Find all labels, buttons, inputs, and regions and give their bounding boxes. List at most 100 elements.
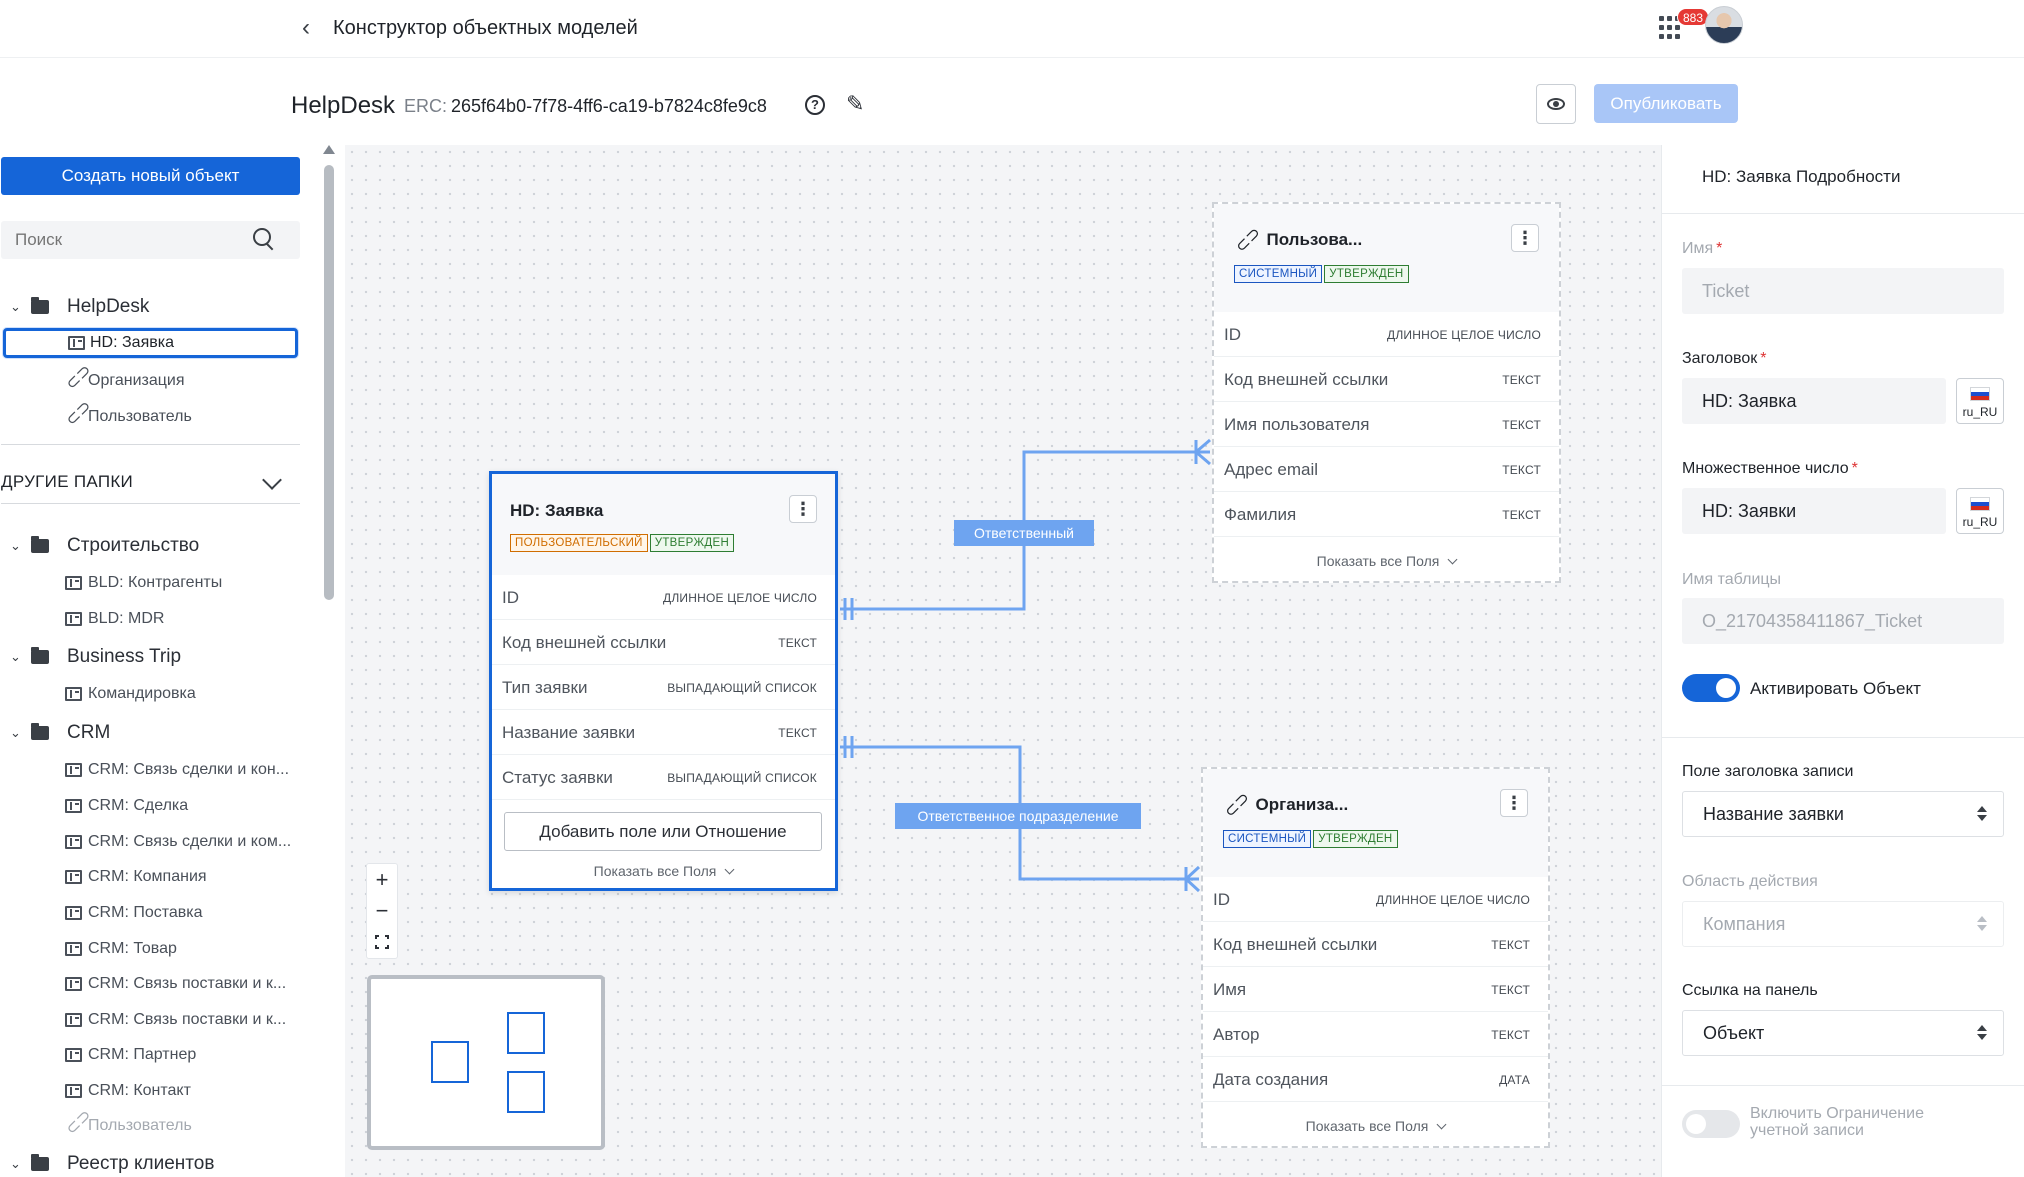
show-all-fields-link[interactable]: Показать все Поля	[492, 863, 835, 879]
entity-header: ⊂⊃Организа... СИСТЕМНЫЙУТВЕРЖДЕН	[1203, 769, 1548, 877]
relation-label-responsible-dept[interactable]: Ответственное подразделение	[895, 803, 1141, 829]
activate-object-toggle[interactable]	[1682, 674, 1740, 702]
select-arrows-icon	[1977, 806, 1987, 822]
select-arrows-icon	[1977, 1025, 1987, 1041]
field-row[interactable]: Код внешней ссылки ТЕКСТ	[492, 620, 835, 665]
minimap[interactable]	[367, 975, 605, 1150]
field-row[interactable]: Автор ТЕКСТ	[1203, 1012, 1548, 1057]
field-row[interactable]: Код внешней ссылки ТЕКСТ	[1214, 357, 1559, 402]
entity-menu-button[interactable]	[789, 495, 817, 523]
entity-title: ⊂⊃ Пользова...	[1231, 223, 1363, 257]
divider	[1662, 1085, 2024, 1086]
chevron-down-icon	[724, 864, 735, 875]
field-name: Дата создания	[1213, 1070, 1329, 1089]
entity-header: ⊂⊃Пользова... СИСТЕМНЫЙУТВЕРЖДЕН	[1214, 204, 1559, 312]
field-name: ID	[1224, 325, 1241, 344]
record-title-select[interactable]: Название заявки	[1682, 791, 2004, 837]
field-type: ДАТА	[1499, 1073, 1530, 1087]
entity-card-user[interactable]: ⊂⊃Пользова... СИСТЕМНЫЙУТВЕРЖДЕН ID ДЛИНН…	[1212, 202, 1561, 583]
field-type: ТЕКСТ	[778, 636, 817, 650]
field-name: Адрес email	[1224, 460, 1319, 479]
divider	[1662, 737, 2024, 738]
field-row[interactable]: Имя ТЕКСТ	[1203, 967, 1548, 1012]
field-row[interactable]: Имя пользователя ТЕКСТ	[1214, 402, 1559, 447]
heading-locale-button[interactable]: ru_RU	[1956, 378, 2004, 424]
field-type: ТЕКСТ	[1491, 938, 1530, 952]
field-name: ID	[1213, 890, 1230, 909]
field-type: ТЕКСТ	[1491, 983, 1530, 997]
entity-card-organization[interactable]: ⊂⊃Организа... СИСТЕМНЫЙУТВЕРЖДЕН ID ДЛИНН…	[1201, 767, 1550, 1148]
link-icon: ⊂⊃	[1231, 222, 1265, 257]
field-type: ДЛИННОЕ ЦЕЛОЕ ЧИСЛО	[1387, 328, 1541, 342]
entity-menu-button[interactable]	[1511, 224, 1539, 252]
chevron-down-icon	[1436, 1119, 1447, 1130]
zoom-controls: + −	[366, 863, 398, 959]
field-row[interactable]: Название заявки ТЕКСТ	[492, 710, 835, 755]
field-type: ТЕКСТ	[1502, 463, 1541, 477]
field-row[interactable]: Дата создания ДАТА	[1203, 1057, 1548, 1102]
chevron-down-icon	[1447, 554, 1458, 565]
field-name: ID	[502, 588, 519, 607]
field-name: Код внешней ссылки	[1224, 370, 1389, 389]
link-icon: ⊂⊃	[1220, 787, 1254, 822]
field-row[interactable]: Код внешней ссылки ТЕКСТ	[1203, 922, 1548, 967]
field-row[interactable]: Статус заявки ВЫПАДАЮЩИЙ СПИСОК	[492, 755, 835, 800]
zoom-out-button[interactable]: −	[367, 895, 397, 927]
show-all-fields-link[interactable]: Показать все Поля	[1203, 1118, 1548, 1134]
scope-value: Компания	[1703, 914, 1786, 934]
field-type: ДЛИННОЕ ЦЕЛОЕ ЧИСЛО	[663, 591, 817, 605]
plural-field[interactable]: HD: Заявки	[1682, 488, 1946, 534]
heading-label: Заголовок *	[1682, 350, 1767, 367]
field-name: Название заявки	[502, 723, 636, 742]
field-name: Фамилия	[1224, 505, 1297, 524]
fit-view-button[interactable]	[367, 926, 397, 958]
field-type: ТЕКСТ	[1502, 373, 1541, 387]
toggle-knob	[1716, 678, 1736, 698]
name-label: Имя *	[1682, 240, 1723, 257]
minimap-node	[507, 1012, 545, 1054]
field-name: Код внешней ссылки	[502, 633, 667, 652]
field-row[interactable]: Адрес email ТЕКСТ	[1214, 447, 1559, 492]
field-name: Тип заявки	[502, 678, 588, 697]
entity-card-hd-ticket[interactable]: HD: Заявка ПОЛЬЗОВАТЕЛЬСКИЙУТВЕРЖДЕН ID Д…	[489, 471, 838, 891]
entity-badges: СИСТЕМНЫЙ УТВЕРЖДЕН	[1234, 264, 1411, 283]
scope-label: Область действия	[1682, 873, 1818, 890]
entity-title-text: Пользова...	[1266, 230, 1363, 249]
field-row[interactable]: ID ДЛИННОЕ ЦЕЛОЕ ЧИСЛО	[1203, 877, 1548, 922]
heading-label-text: Заголовок	[1682, 350, 1758, 367]
field-type: ТЕКСТ	[778, 726, 817, 740]
show-all-label: Показать все Поля	[1305, 1118, 1429, 1134]
panel-link-value: Объект	[1703, 1023, 1765, 1043]
table-name-field: O_21704358411867_Ticket	[1682, 598, 2004, 644]
field-name: Статус заявки	[502, 768, 613, 787]
entity-title-text: Организа...	[1255, 795, 1349, 814]
zoom-in-button[interactable]: +	[367, 864, 397, 896]
relation-label-responsible[interactable]: Ответственный	[954, 520, 1094, 546]
entity-fields: ID ДЛИННОЕ ЦЕЛОЕ ЧИСЛО Код внешней ссылки…	[1214, 312, 1559, 537]
badge-approved: УТВЕРЖДЕН	[1324, 265, 1409, 283]
details-title: HD: Заявка Подробности	[1702, 167, 1901, 186]
show-all-label: Показать все Поля	[1316, 553, 1440, 569]
table-name-label: Имя таблицы	[1682, 571, 1782, 588]
field-row[interactable]: Фамилия ТЕКСТ	[1214, 492, 1559, 537]
entity-menu-button[interactable]	[1500, 789, 1528, 817]
plural-locale-button[interactable]: ru_RU	[1956, 488, 2004, 534]
minimap-node	[507, 1071, 545, 1113]
fit-screen-icon	[374, 934, 390, 950]
add-field-button[interactable]: Добавить поле или Отношение	[504, 812, 822, 851]
account-restriction-toggle[interactable]	[1682, 1110, 1740, 1138]
field-row[interactable]: Тип заявки ВЫПАДАЮЩИЙ СПИСОК	[492, 665, 835, 710]
heading-field[interactable]: HD: Заявка	[1682, 378, 1946, 424]
badge-system: СИСТЕМНЫЙ	[1223, 830, 1312, 848]
show-all-fields-link[interactable]: Показать все Поля	[1214, 553, 1559, 569]
field-type: ДЛИННОЕ ЦЕЛОЕ ЧИСЛО	[1376, 893, 1530, 907]
field-name: Автор	[1213, 1025, 1260, 1044]
badge-approved: УТВЕРЖДЕН	[649, 534, 735, 552]
field-row[interactable]: ID ДЛИННОЕ ЦЕЛОЕ ЧИСЛО	[492, 575, 835, 620]
field-row[interactable]: ID ДЛИННОЕ ЦЕЛОЕ ЧИСЛО	[1214, 312, 1559, 357]
many-marker	[1195, 450, 1211, 466]
panel-link-select[interactable]: Объект	[1682, 1010, 2004, 1056]
many-marker	[1184, 865, 1201, 881]
activate-object-label: Активировать Объект	[1750, 679, 1921, 698]
badge-custom: ПОЛЬЗОВАТЕЛЬСКИЙ	[510, 534, 648, 552]
